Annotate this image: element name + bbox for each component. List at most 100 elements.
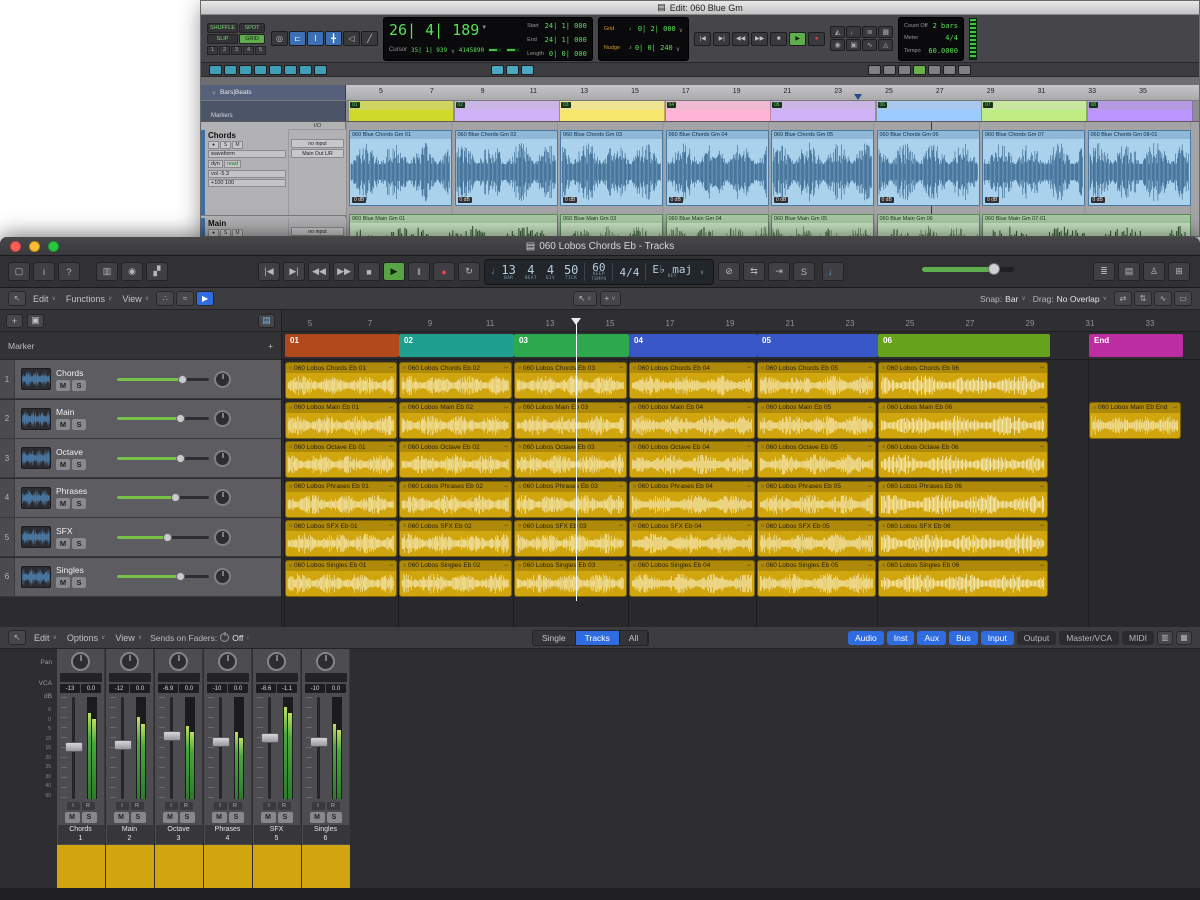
audio-region[interactable]: 060 Blue Chords Gm 020 dB bbox=[455, 130, 558, 206]
grid-row[interactable]: Grid ♩ 0| 2| 000 ∨ bbox=[604, 25, 683, 34]
audio-region[interactable]: ○060 Lobos Singles Eb 01▫▫ bbox=[285, 560, 397, 597]
marquee-tool-selector[interactable]: +∨ bbox=[600, 291, 621, 306]
fader-cap[interactable] bbox=[212, 737, 230, 747]
selector-tool-button[interactable]: I bbox=[307, 31, 324, 46]
marker-span-01[interactable] bbox=[349, 110, 454, 121]
solo-button[interactable]: S bbox=[72, 538, 86, 549]
toolbar-icon-7[interactable]: ∿ bbox=[862, 39, 877, 51]
marker-section-03[interactable]: 03 bbox=[514, 334, 629, 357]
audio-region[interactable]: ○060 Lobos Octave Eb 04▫▫ bbox=[629, 441, 755, 478]
zoom-horizontal-icon[interactable]: ⇄ bbox=[1114, 291, 1132, 306]
audio-region[interactable]: ○060 Lobos Main Eb 06▫▫ bbox=[878, 402, 1048, 439]
fader-cap[interactable] bbox=[310, 737, 328, 747]
ruler-name-box[interactable]: ▼ Bars|Beats bbox=[201, 85, 346, 100]
zoom-preset-5-button[interactable]: 5 bbox=[255, 46, 266, 55]
audio-region[interactable]: ○060 Lobos SFX Eb 05▫▫ bbox=[757, 520, 876, 557]
pan-knob[interactable] bbox=[316, 652, 335, 671]
solo-button[interactable]: S bbox=[72, 459, 86, 470]
audio-region[interactable]: ○060 Lobos Singles Eb 03▫▫ bbox=[514, 560, 627, 597]
narrow-view-icon[interactable]: ▥ bbox=[1157, 631, 1173, 645]
solo-button[interactable]: S bbox=[72, 380, 86, 391]
toolbar-chip[interactable] bbox=[299, 65, 312, 75]
selection-start-readout[interactable]: Start24| 1| 000 bbox=[527, 20, 587, 32]
add-marker-button[interactable]: + bbox=[268, 341, 273, 351]
master-volume-knob[interactable] bbox=[988, 263, 1000, 275]
regions-grid[interactable]: ○060 Lobos Chords Eb 01▫▫○060 Lobos Chor… bbox=[282, 360, 1200, 627]
toolbar-chip[interactable] bbox=[898, 65, 911, 75]
volume-slider-knob[interactable] bbox=[171, 493, 180, 502]
play-button[interactable]: ▶ bbox=[383, 262, 405, 281]
stepper-icon[interactable]: ↕ bbox=[246, 635, 249, 641]
audio-region[interactable]: ○060 Lobos Main Eb 03▫▫ bbox=[514, 402, 627, 439]
toolbar-chip[interactable] bbox=[928, 65, 941, 75]
audio-region[interactable]: 060 Blue Main Gm 030 dB bbox=[560, 214, 663, 237]
session-count-off[interactable]: Count Off2 bars bbox=[904, 20, 958, 32]
audio-region[interactable]: ○060 Lobos Chords Eb 04▫▫ bbox=[629, 362, 755, 399]
audio-region[interactable]: ○060 Lobos Phrases Eb 01▫▫ bbox=[285, 481, 397, 518]
track-header-octave[interactable]: 3OctaveMS bbox=[0, 439, 281, 478]
audio-region[interactable]: ○060 Lobos Phrases Eb 02▫▫ bbox=[399, 481, 512, 518]
audio-region[interactable]: 060 Blue Main Gm 07-010 dB bbox=[982, 214, 1191, 237]
audio-region[interactable]: ○060 Lobos SFX Eb 02▫▫ bbox=[399, 520, 512, 557]
audio-region[interactable]: 060 Blue Chords Gm 050 dB bbox=[771, 130, 874, 206]
toolbar-chip[interactable] bbox=[868, 65, 881, 75]
toolbar-chip[interactable] bbox=[491, 65, 504, 75]
volume-db-readout[interactable]: -10 bbox=[305, 684, 325, 693]
audio-region[interactable]: ○060 Lobos Chords Eb 03▫▫ bbox=[514, 362, 627, 399]
toolbar-chip[interactable] bbox=[521, 65, 534, 75]
fader-cap[interactable] bbox=[114, 740, 132, 750]
input-selector[interactable]: no input bbox=[291, 227, 344, 236]
lcd-tempo[interactable]: 60 KEEP TEMPO bbox=[591, 262, 606, 282]
media-browser-icon[interactable]: ⊞ bbox=[1168, 262, 1190, 281]
protools-titlebar[interactable]: ▤ Edit: 060 Blue Gm bbox=[201, 1, 1199, 15]
marker-section-01[interactable]: 01 bbox=[285, 334, 399, 357]
mute-button[interactable]: M bbox=[212, 812, 227, 823]
toolbar-icon-6[interactable]: ▣ bbox=[846, 39, 861, 51]
inspector-icon[interactable]: i bbox=[33, 262, 55, 281]
audio-region[interactable]: ○060 Lobos Octave Eb 06▫▫ bbox=[878, 441, 1048, 478]
record-button[interactable]: ● bbox=[433, 262, 455, 281]
marker-span-06[interactable] bbox=[877, 110, 982, 121]
marker-span-02[interactable]: 02 bbox=[455, 101, 560, 110]
input-selector[interactable]: no input bbox=[291, 139, 344, 148]
track-header-chords[interactable]: 1ChordsMS bbox=[0, 360, 281, 399]
mode-spot-button[interactable]: SPOT bbox=[239, 23, 265, 33]
track-header-chords[interactable]: Chords●SMwaveformdynreadvol -5.3+100 100… bbox=[201, 130, 346, 216]
markers-lane[interactable]: Markers bbox=[201, 110, 1199, 122]
mute-button[interactable]: M bbox=[163, 812, 178, 823]
mute-button[interactable]: M bbox=[310, 812, 325, 823]
catch-playhead-icon[interactable]: ▶ bbox=[196, 291, 214, 306]
volume-db-readout[interactable]: -6.9 bbox=[158, 684, 178, 693]
volume-slider[interactable] bbox=[117, 417, 209, 420]
duplicate-track-button[interactable]: ▣ bbox=[27, 314, 44, 328]
marker-section-06[interactable]: 06 bbox=[878, 334, 1050, 357]
gain-readout[interactable]: 0.0 bbox=[228, 684, 248, 693]
fader[interactable] bbox=[59, 695, 103, 801]
volume-slider[interactable] bbox=[117, 575, 209, 578]
volume-slider-knob[interactable] bbox=[176, 454, 185, 463]
menu-edit[interactable]: Edit∨ bbox=[33, 294, 56, 304]
solo-button[interactable]: S bbox=[229, 812, 244, 823]
pause-button[interactable]: ‖ bbox=[408, 262, 430, 281]
pointer-tool-selector[interactable]: ↖∨ bbox=[573, 291, 596, 306]
marker-span-08[interactable]: 08 bbox=[1088, 101, 1193, 110]
rewind-button[interactable]: ◀◀ bbox=[732, 32, 749, 46]
lcd-time-signature[interactable]: 4/4 bbox=[619, 267, 639, 278]
solo-button[interactable]: S bbox=[327, 812, 342, 823]
zoom-button[interactable] bbox=[48, 241, 59, 252]
fader[interactable] bbox=[304, 695, 348, 801]
stop-button[interactable]: ■ bbox=[770, 32, 787, 46]
volume-db-readout[interactable]: -12 bbox=[109, 684, 129, 693]
fader[interactable] bbox=[255, 695, 299, 801]
mute-button[interactable]: M bbox=[56, 380, 70, 391]
audio-region[interactable]: 060 Blue Chords Gm 030 dB bbox=[560, 130, 663, 206]
list-editors-icon[interactable]: ≣ bbox=[1093, 262, 1115, 281]
filter-inst[interactable]: Inst bbox=[887, 631, 915, 645]
disclosure-icon[interactable]: ▼ bbox=[211, 91, 217, 97]
menu-functions[interactable]: Functions∨ bbox=[66, 294, 112, 304]
record-enable-button[interactable]: R bbox=[278, 802, 291, 810]
audio-region[interactable]: 060 Blue Main Gm 060 dB bbox=[877, 214, 980, 237]
view-segment-single[interactable]: Single bbox=[533, 631, 576, 645]
track-view-selector[interactable]: waveform bbox=[208, 150, 286, 158]
toolbar-chip[interactable] bbox=[239, 65, 252, 75]
